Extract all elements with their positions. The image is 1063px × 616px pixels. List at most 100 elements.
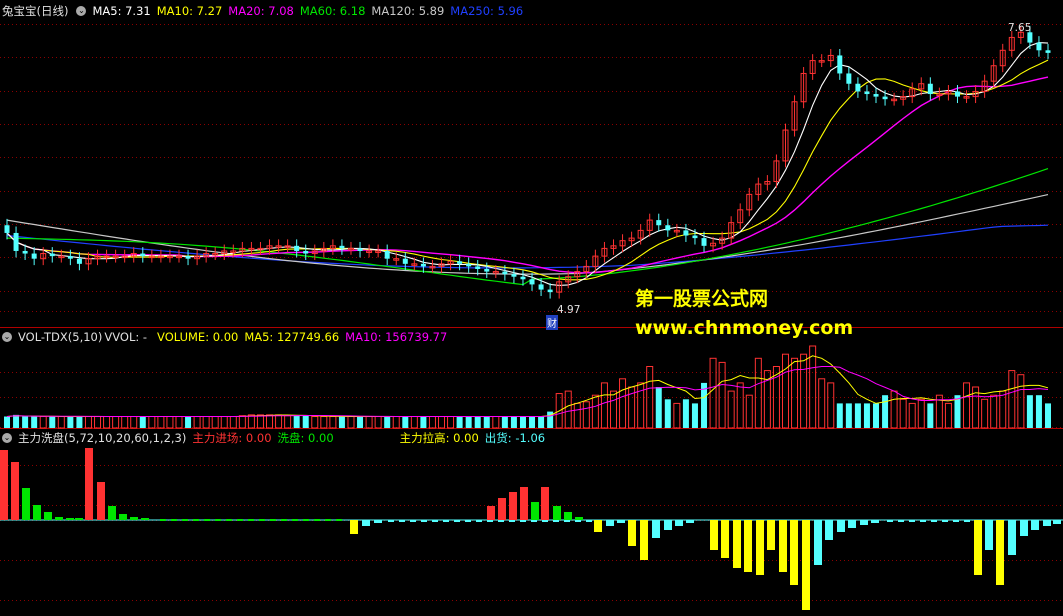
candle-body <box>475 266 481 269</box>
volume-bar <box>266 414 274 429</box>
indicator-bar <box>237 519 243 521</box>
indicator-bar <box>1031 520 1039 530</box>
settings-icon[interactable]: ⌄ <box>2 433 12 443</box>
indicator-bar <box>399 520 405 522</box>
indicator-bar <box>542 520 548 522</box>
indicator-bar <box>509 520 515 522</box>
volume-bar <box>836 403 843 428</box>
volume-bar <box>519 416 526 428</box>
indicator-bar <box>996 520 1004 585</box>
indicator-bar <box>860 520 868 525</box>
ma10-label: MA10: 7.27 <box>156 4 223 18</box>
indicator-bar <box>226 519 232 521</box>
indicator-bar <box>942 520 948 522</box>
volume-bar <box>873 403 880 428</box>
ma5-label: MA5: 7.31 <box>92 4 151 18</box>
volume-bar <box>510 416 517 428</box>
candle-body <box>49 253 55 257</box>
indicator-bar <box>553 520 559 522</box>
indicator-bar <box>465 520 471 522</box>
indicator-bar <box>0 450 8 520</box>
volume-bar <box>67 416 74 428</box>
volume-bar <box>564 390 572 429</box>
ma120-line <box>6 194 1049 275</box>
settings-icon[interactable]: ⌄ <box>76 6 87 16</box>
cai-badge[interactable]: 财 <box>546 315 558 330</box>
volume-bar <box>573 402 581 429</box>
volume-bar <box>981 398 989 429</box>
indicator-bar <box>1053 520 1061 524</box>
volume-bar <box>736 382 744 429</box>
volume-bar <box>166 416 174 429</box>
indicator-bar <box>204 519 210 521</box>
candle-body <box>466 263 472 267</box>
volume-bar <box>1026 395 1033 428</box>
indicator-bar <box>432 520 438 522</box>
indicator-bar <box>108 506 116 520</box>
indicator-bar <box>531 502 539 520</box>
candle-body <box>294 245 300 251</box>
volume-bar <box>990 394 998 429</box>
vol-ma10-label: MA10: 156739.77 <box>345 330 448 344</box>
watermark-title: 第一股票公式网 <box>635 288 769 310</box>
indicator-bar <box>443 520 449 522</box>
volume-bar <box>139 416 146 428</box>
ch-label: 出货: -1.06 <box>484 431 546 445</box>
volume-bar <box>673 402 681 429</box>
indicator-bar <box>564 520 570 522</box>
indicator-bar <box>564 512 572 520</box>
indicator-bar <box>374 520 382 523</box>
volume-bar <box>845 403 852 428</box>
volume-bar <box>112 416 120 429</box>
volume-bar <box>682 399 689 428</box>
volume-bar <box>402 416 409 428</box>
volume-bar <box>121 416 129 429</box>
ma20-label: MA20: 7.08 <box>228 4 294 18</box>
volume-bar <box>329 416 337 429</box>
indicator-bar <box>182 519 188 521</box>
indicator-bar <box>710 520 718 550</box>
candle-body <box>855 83 861 92</box>
indicator-bar <box>22 488 30 520</box>
indicator-bar <box>388 520 394 522</box>
indicator-bar <box>509 492 517 520</box>
candle-body <box>303 250 309 254</box>
indicator-bar <box>675 520 683 526</box>
candle-body <box>1036 42 1042 51</box>
volume-bar <box>999 390 1007 429</box>
volume-bar <box>211 416 219 429</box>
xp-label: 洗盘: 0.00 <box>277 431 334 445</box>
volume-bar <box>94 416 102 429</box>
indicator-bar <box>617 520 625 523</box>
indicator-bar <box>498 520 504 522</box>
volume-bar <box>655 387 662 428</box>
indicator-bar <box>421 520 427 522</box>
candle-body <box>457 261 463 264</box>
volume-bar <box>275 414 283 429</box>
low-price-label: 4.97 <box>557 304 581 316</box>
volume-bar <box>818 378 826 429</box>
indicator-bar <box>1043 520 1051 526</box>
volume-bar <box>483 416 490 428</box>
candle-body <box>529 279 535 285</box>
volume-bar <box>148 416 156 429</box>
indicator-bar <box>531 520 537 522</box>
volume-bar <box>103 416 111 429</box>
volume-bar <box>4 416 10 428</box>
volume-bar <box>609 390 617 429</box>
volume-bar <box>927 403 934 428</box>
candle-body <box>954 91 960 97</box>
settings-icon[interactable]: ⌄ <box>2 332 12 342</box>
volume-bar <box>963 382 971 429</box>
ma5-line <box>6 42 1049 286</box>
indicator-bar <box>887 520 893 522</box>
indicator-bar <box>281 519 287 521</box>
indicator-bar <box>97 482 105 520</box>
volume-bar <box>619 378 627 429</box>
candle-body <box>665 225 671 231</box>
volume-bar <box>338 416 345 428</box>
indicator-bar <box>575 517 583 520</box>
vol-ma5-line <box>6 355 1049 417</box>
candle-body <box>846 73 852 84</box>
indicator-bar <box>931 520 937 522</box>
